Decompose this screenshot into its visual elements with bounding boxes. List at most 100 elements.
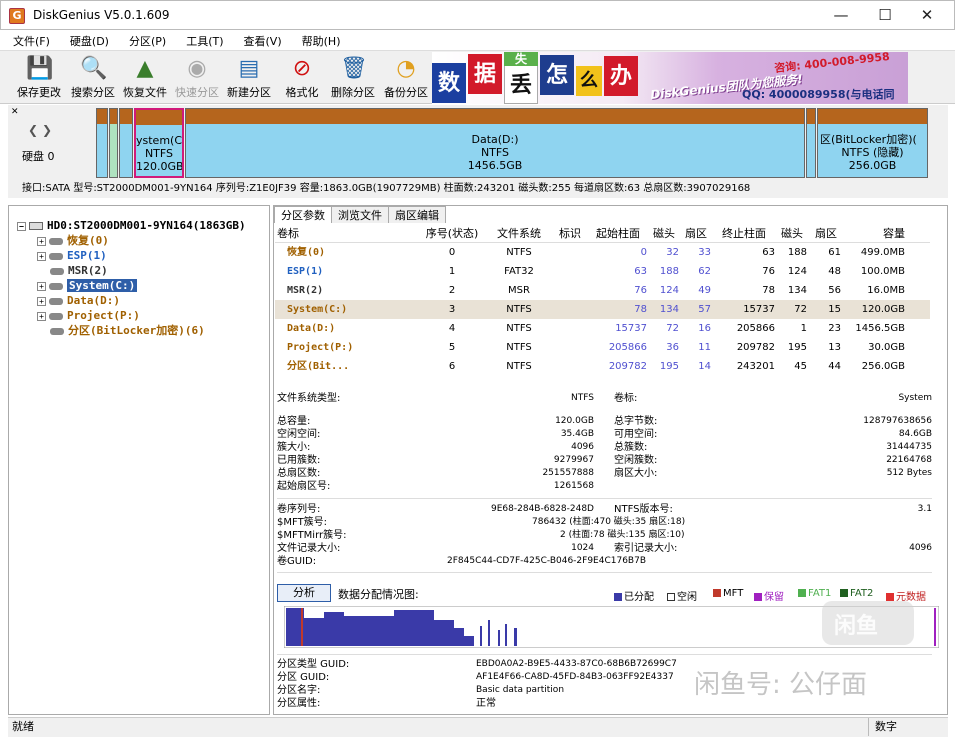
prev-disk-button[interactable]: ❮ [28, 123, 38, 137]
tree-item-system[interactable]: + System(C:) [37, 278, 138, 293]
tab-sector-edit[interactable]: 扇区编辑 [388, 206, 446, 223]
menu-partition[interactable]: 分区(P) [116, 30, 173, 49]
table-row[interactable]: 恢复(0) 0 NTFS 0 32 33 63 188 61 499.0MB [275, 243, 930, 262]
menu-file[interactable]: 文件(F) [0, 30, 57, 49]
col-header: 扇区 [685, 227, 707, 240]
partition-attr-value: 正常 [476, 698, 496, 709]
partition-block[interactable] [119, 108, 133, 178]
menu-view[interactable]: 查看(V) [231, 30, 289, 49]
col-header: 序号(状态) [425, 227, 479, 240]
cell-volume-label: 分区(Bit... [287, 361, 350, 372]
table-cell: 100.0MB [860, 266, 905, 277]
banner-tile: 丢 [504, 64, 538, 104]
table-cell: NTFS [506, 342, 532, 353]
table-cell: 205866 [736, 323, 775, 334]
tree-item-label: System(C:) [67, 279, 138, 292]
delete-partition-button[interactable]: 🗑 删除分区 [328, 54, 378, 102]
table-row[interactable]: ESP(1) 1 FAT32 63 188 62 76 124 48 100.0MB [275, 262, 930, 281]
maximize-button[interactable]: ☐ [862, 1, 908, 31]
table-cell: 49 [698, 285, 711, 296]
table-row[interactable]: System(C:) 3 NTFS 78 134 57 15737 72 15 120.0GB [275, 300, 930, 319]
legend-mft: MFT [713, 588, 743, 599]
collapse-icon[interactable]: − [17, 221, 26, 231]
close-button[interactable]: ✕ [904, 1, 950, 31]
watermark-logo-text: 闲鱼 [834, 614, 879, 639]
tree-item-esp[interactable]: + ESP(1) [37, 248, 107, 263]
tree-item-project[interactable]: + Project(P:) [37, 308, 140, 323]
fs-left-label: 起始扇区号: [277, 481, 331, 492]
table-row[interactable]: 分区(Bit... 6 NTFS 209782 195 14 243201 45 44 256.0… [275, 357, 930, 376]
menu-disk[interactable]: 硬盘(D) [57, 30, 116, 49]
tree-item-recovery[interactable]: + 恢复(0) [37, 233, 109, 248]
table-cell: 499.0MB [860, 247, 905, 258]
minimize-button[interactable]: — [818, 1, 864, 31]
ad-banner[interactable]: 数 据 丢 失 怎 么 办 DiskGenius团队为您服务! 咨询: 400-… [432, 52, 908, 104]
partition-name-value: Basic data partition [476, 685, 565, 695]
quick-partition-button[interactable]: ◉ 快速分区 [172, 54, 222, 102]
table-cell: 15737 [615, 323, 647, 334]
table-cell: 14 [698, 361, 711, 372]
tree-item-data[interactable]: + Data(D:) [37, 293, 120, 308]
cell-volume-label: MSR(2) [287, 285, 324, 296]
partition-block-system[interactable]: ystem(C NTFS 120.0GB [134, 108, 184, 178]
expand-icon[interactable]: + [37, 296, 46, 306]
fs-right-value: 84.6GB [898, 429, 932, 439]
next-disk-button[interactable]: ❯ [42, 123, 52, 137]
table-cell: 124 [659, 285, 679, 296]
format-icon: ⊘ [292, 56, 312, 81]
table-cell: 76 [762, 266, 775, 277]
table-cell: 45 [794, 361, 807, 372]
ntfs-version-value: 3.1 [917, 504, 932, 514]
banner-tile: 办 [604, 56, 638, 96]
recover-files-button[interactable]: ▲ 恢复文件 [120, 54, 170, 102]
divider [277, 572, 932, 573]
table-row[interactable]: MSR(2) 2 MSR 76 124 49 78 134 56 16.0MB [275, 281, 930, 300]
legend-fat1: FAT1 [798, 588, 831, 599]
legend-allocated: 已分配 [614, 588, 654, 603]
search-partition-button[interactable]: 🔍 搜索分区 [68, 54, 118, 102]
partition-block-bitlocker[interactable]: 区(BitLocker加密)( NTFS (隐藏) 256.0GB [817, 108, 928, 178]
new-partition-button[interactable]: ▤ 新建分区 [224, 54, 274, 102]
table-cell: 56 [828, 285, 841, 296]
analyze-button[interactable]: 分析 [277, 584, 331, 602]
table-cell: 63 [634, 266, 647, 277]
tree-item-bitlocker[interactable]: 分区(BitLocker加密)(6) [50, 323, 205, 338]
tree-item-msr[interactable]: MSR(2) [50, 263, 108, 278]
table-cell [555, 262, 585, 281]
fs-right-value: 22164768 [886, 455, 932, 465]
table-row[interactable]: Project(P:) 5 NTFS 205866 36 11 209782 195 13 30.… [275, 338, 930, 357]
tab-browse-files[interactable]: 浏览文件 [331, 206, 389, 223]
partition-fs: NTFS [480, 146, 510, 159]
partition-block[interactable] [109, 108, 118, 178]
expand-icon[interactable]: + [37, 311, 46, 321]
table-row[interactable]: Data(D:) 4 NTFS 15737 72 16 205866 1 23 1456.5GB [275, 319, 930, 338]
menu-tools[interactable]: 工具(T) [173, 30, 230, 49]
table-cell: 0 [640, 247, 647, 258]
expand-icon[interactable]: + [37, 251, 46, 261]
table-cell: 205866 [608, 342, 647, 353]
partition-block-data[interactable]: Data(D:) NTFS 1456.5GB [185, 108, 805, 178]
table-cell: 44 [828, 361, 841, 372]
format-button[interactable]: ⊘ 格式化 [282, 54, 322, 102]
partition-name: 区(BitLocker加密)( [820, 133, 917, 146]
expand-icon[interactable]: + [37, 281, 46, 291]
close-icon[interactable]: ✕ [11, 107, 19, 117]
partition-type-guid-value: EBD0A0A2-B9E5-4433-87C0-68B6B72699C7 [476, 659, 677, 669]
partition-block[interactable] [806, 108, 816, 178]
table-cell: 188 [659, 266, 679, 277]
save-changes-button[interactable]: 💾 保存更改 [14, 54, 64, 102]
partition-block[interactable] [96, 108, 108, 178]
tab-partition-params[interactable]: 分区参数 [274, 206, 332, 223]
table-cell: 72 [794, 304, 807, 315]
table-cell: NTFS [506, 323, 532, 334]
tree-disk-root[interactable]: − HD0:ST2000DM001-9YN164(1863GB) [17, 218, 246, 233]
backup-partition-button[interactable]: ◔ 备份分区 [381, 54, 431, 102]
mft-value: 786432 (柱面:470 磁头:35 扇区:18) [532, 517, 686, 527]
table-cell: 243201 [736, 361, 775, 372]
menu-help[interactable]: 帮助(H) [289, 30, 348, 49]
disk-info-line: 接口:SATA 型号:ST2000DM001-9YN164 序列号:Z1E0JF… [8, 180, 948, 198]
banner-tile: 据 [468, 54, 502, 94]
legend-fat2: FAT2 [840, 588, 873, 599]
expand-icon[interactable]: + [37, 236, 46, 246]
col-header: 卷标 [277, 227, 299, 240]
